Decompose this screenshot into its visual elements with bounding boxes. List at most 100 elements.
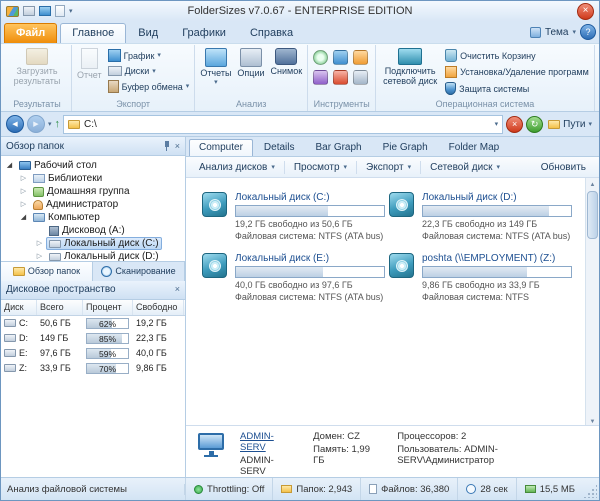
qat-customize-icon[interactable] bbox=[69, 8, 73, 15]
expander-icon[interactable] bbox=[19, 187, 28, 196]
expander-icon[interactable] bbox=[5, 161, 14, 170]
drive-item-z[interactable]: poshta (\\EMPLOYMENT) (Z:) 9,86 ГБ свобо… bbox=[389, 253, 572, 302]
close-button[interactable] bbox=[577, 3, 594, 20]
scroll-down-icon[interactable] bbox=[586, 412, 599, 425]
history-dropdown-icon[interactable] bbox=[48, 121, 52, 128]
column-header-free[interactable]: Свободно bbox=[133, 300, 184, 315]
tab-file[interactable]: Файл bbox=[4, 23, 57, 43]
tool-largest-files-icon[interactable] bbox=[333, 50, 348, 65]
drive-item-e[interactable]: Локальный диск (E:) 40,0 ГБ свободно из … bbox=[202, 253, 385, 302]
up-folder-icon[interactable] bbox=[55, 119, 61, 130]
back-button[interactable] bbox=[6, 115, 24, 133]
tab-home[interactable]: Главное bbox=[60, 23, 126, 43]
tab-view[interactable]: Вид bbox=[126, 23, 170, 43]
close-icon[interactable] bbox=[175, 285, 180, 294]
scrollbar-thumb[interactable] bbox=[587, 191, 598, 239]
resize-grip[interactable] bbox=[583, 484, 597, 498]
expander-icon[interactable] bbox=[19, 213, 28, 222]
export-button[interactable]: Экспорт bbox=[357, 160, 420, 175]
column-header-percent[interactable]: Процент bbox=[83, 300, 133, 315]
reports-button[interactable]: Отчеты bbox=[198, 46, 233, 86]
throttling-status: Throttling: Off bbox=[185, 478, 272, 500]
expander-icon[interactable] bbox=[35, 252, 44, 261]
tab-help[interactable]: Справка bbox=[238, 23, 305, 43]
expander-icon[interactable] bbox=[35, 239, 44, 248]
expander-icon[interactable] bbox=[19, 174, 28, 183]
tree-item-drive-c[interactable]: Локальный диск (C:) bbox=[1, 237, 185, 250]
drive-name[interactable]: poshta (\\EMPLOYMENT) (Z:) bbox=[422, 253, 572, 264]
pin-icon[interactable] bbox=[163, 141, 171, 151]
expander-icon[interactable] bbox=[19, 200, 28, 209]
scroll-up-icon[interactable] bbox=[586, 178, 599, 191]
theme-selector[interactable]: Тема bbox=[545, 27, 569, 38]
tab-folder-map[interactable]: Folder Map bbox=[439, 139, 510, 156]
view-button[interactable]: Просмотр bbox=[285, 160, 356, 175]
column-header-disk[interactable]: Диск bbox=[1, 300, 37, 315]
drive-filesystem: Файловая система: NTFS (ATA bus) bbox=[422, 231, 572, 241]
tree-item-homegroup[interactable]: Домашняя группа bbox=[1, 185, 185, 198]
forward-button[interactable] bbox=[27, 115, 45, 133]
tool-file-types-icon[interactable] bbox=[353, 70, 368, 85]
disk-space-panel-header: Дисковое пространство bbox=[1, 281, 185, 300]
help-button[interactable] bbox=[580, 24, 596, 40]
memory-usage-label: 15,5 МБ bbox=[540, 484, 575, 495]
close-icon[interactable] bbox=[175, 142, 180, 151]
stop-button[interactable] bbox=[506, 116, 523, 133]
disk-row-z[interactable]: Z: 33,9 ГБ 70% 9,86 ГБ bbox=[1, 361, 185, 376]
tree-item-desktop[interactable]: Рабочий стол bbox=[1, 159, 185, 172]
qat-chart-icon[interactable] bbox=[39, 6, 51, 16]
analyze-disks-button[interactable]: Анализ дисков bbox=[190, 160, 284, 175]
tab-details[interactable]: Details bbox=[254, 139, 305, 156]
qat-report-icon[interactable] bbox=[55, 5, 65, 17]
export-clipboard-button[interactable]: Буфер обмена bbox=[106, 79, 192, 94]
tree-item-libraries[interactable]: Библиотеки bbox=[1, 172, 185, 185]
qat-load-results-icon[interactable] bbox=[23, 6, 35, 16]
chevron-down-icon[interactable] bbox=[495, 121, 499, 128]
sidebar-tab-scan[interactable]: Сканирование bbox=[93, 262, 185, 281]
paths-dropdown[interactable]: Пути bbox=[546, 119, 594, 130]
network-drive-button[interactable]: Сетевой диск bbox=[421, 160, 509, 175]
add-remove-programs-button[interactable]: Установка/Удаление программ bbox=[443, 65, 591, 79]
vertical-scrollbar[interactable] bbox=[585, 178, 599, 425]
snapshot-icon bbox=[275, 48, 297, 65]
drive-name[interactable]: Локальный диск (E:) bbox=[235, 253, 385, 264]
tree-item-administrator[interactable]: Администратор bbox=[1, 198, 185, 211]
load-results-button[interactable]: Загрузить результаты bbox=[6, 46, 68, 86]
column-header-total[interactable]: Всего bbox=[37, 300, 83, 315]
system-protection-button[interactable]: Защита системы bbox=[443, 81, 591, 96]
tab-pie-graph[interactable]: Pie Graph bbox=[373, 139, 438, 156]
drive-name[interactable]: Локальный диск (D:) bbox=[422, 192, 572, 203]
tree-item-computer[interactable]: Компьютер bbox=[1, 211, 185, 224]
export-report-button[interactable]: Отчет bbox=[75, 46, 104, 80]
disk-row-e[interactable]: E: 97,6 ГБ 59% 40,0 ГБ bbox=[1, 346, 185, 361]
tab-computer[interactable]: Computer bbox=[189, 139, 253, 156]
drive-item-d[interactable]: Локальный диск (D:) 22,3 ГБ свободно из … bbox=[389, 192, 572, 241]
tree-item-drive-a[interactable]: Дисковод (A:) bbox=[1, 224, 185, 237]
path-input[interactable]: C:\ bbox=[63, 115, 503, 134]
tab-bar-graph[interactable]: Bar Graph bbox=[305, 139, 371, 156]
tool-duplicate-files-icon[interactable] bbox=[313, 70, 328, 85]
tab-charts[interactable]: Графики bbox=[170, 23, 238, 43]
map-network-drive-button[interactable]: Подключить сетевой диск bbox=[379, 46, 441, 86]
chevron-down-icon[interactable] bbox=[572, 29, 576, 36]
export-chart-button[interactable]: График bbox=[106, 48, 192, 63]
computer-view: Локальный диск (C:) 19,2 ГБ свободно из … bbox=[186, 178, 599, 477]
drive-name[interactable]: Локальный диск (C:) bbox=[235, 192, 385, 203]
options-button[interactable]: Опции bbox=[235, 46, 266, 78]
disk-free: 22,3 ГБ bbox=[133, 333, 184, 343]
disk-row-c[interactable]: C: 50,6 ГБ 62% 19,2 ГБ bbox=[1, 316, 185, 331]
sidebar-tab-folders[interactable]: Обзор папок bbox=[1, 262, 93, 281]
computer-name-link[interactable]: ADMIN-SERV bbox=[240, 431, 297, 453]
disk-row-d[interactable]: D: 149 ГБ 85% 22,3 ГБ bbox=[1, 331, 185, 346]
tree-item-drive-d[interactable]: Локальный диск (D:) bbox=[1, 250, 185, 261]
export-drives-button[interactable]: Диски bbox=[106, 65, 192, 77]
status-text: Анализ файловой системы bbox=[1, 484, 185, 495]
tool-search-icon[interactable] bbox=[313, 50, 328, 65]
refresh-button[interactable] bbox=[526, 116, 543, 133]
tool-temp-files-icon[interactable] bbox=[333, 70, 348, 85]
drive-item-c[interactable]: Локальный диск (C:) 19,2 ГБ свободно из … bbox=[202, 192, 385, 241]
tool-oldest-files-icon[interactable] bbox=[353, 50, 368, 65]
snapshot-button[interactable]: Снимок bbox=[269, 46, 305, 76]
refresh-view-button[interactable]: Обновить bbox=[532, 160, 595, 175]
empty-recycle-bin-button[interactable]: Очистить Корзину bbox=[443, 48, 591, 63]
